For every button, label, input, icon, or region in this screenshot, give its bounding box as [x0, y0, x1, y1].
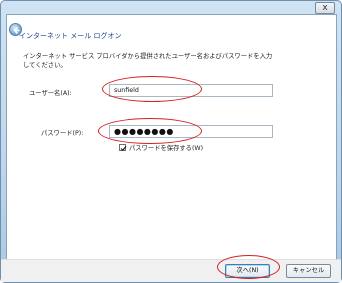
remember-password-option[interactable]: パスワードを保存する(W)	[119, 143, 203, 152]
username-label: ユーザー名(A):	[29, 90, 72, 97]
remember-password-checkbox[interactable]	[119, 144, 127, 152]
close-button[interactable]: x	[315, 2, 335, 14]
page-title: インターネット メール ログオン	[19, 32, 122, 40]
next-button[interactable]: 次へ(N)	[225, 264, 270, 278]
instructions-text: インターネット サービス プロバイダから提供されたユーザー名およびパスワードを入…	[23, 52, 303, 70]
password-label: パスワード(P):	[41, 130, 84, 137]
dialog-window: x インターネット メール ログオン インターネット サービス プロバイダから提…	[0, 0, 342, 283]
checkmark-icon	[120, 146, 127, 152]
remember-password-label: パスワードを保存する(W)	[129, 145, 204, 152]
username-field[interactable]: sunfield	[109, 84, 273, 97]
cancel-button[interactable]: キャンセル	[286, 264, 331, 278]
password-field[interactable]: ●●●●●●●●	[109, 125, 273, 138]
instructions-line: してください。	[23, 62, 67, 69]
dialog-footer: 次へ(N) キャンセル	[1, 259, 341, 282]
instructions-line: インターネット サービス プロバイダから提供されたユーザー名およびパスワードを入…	[23, 53, 273, 60]
